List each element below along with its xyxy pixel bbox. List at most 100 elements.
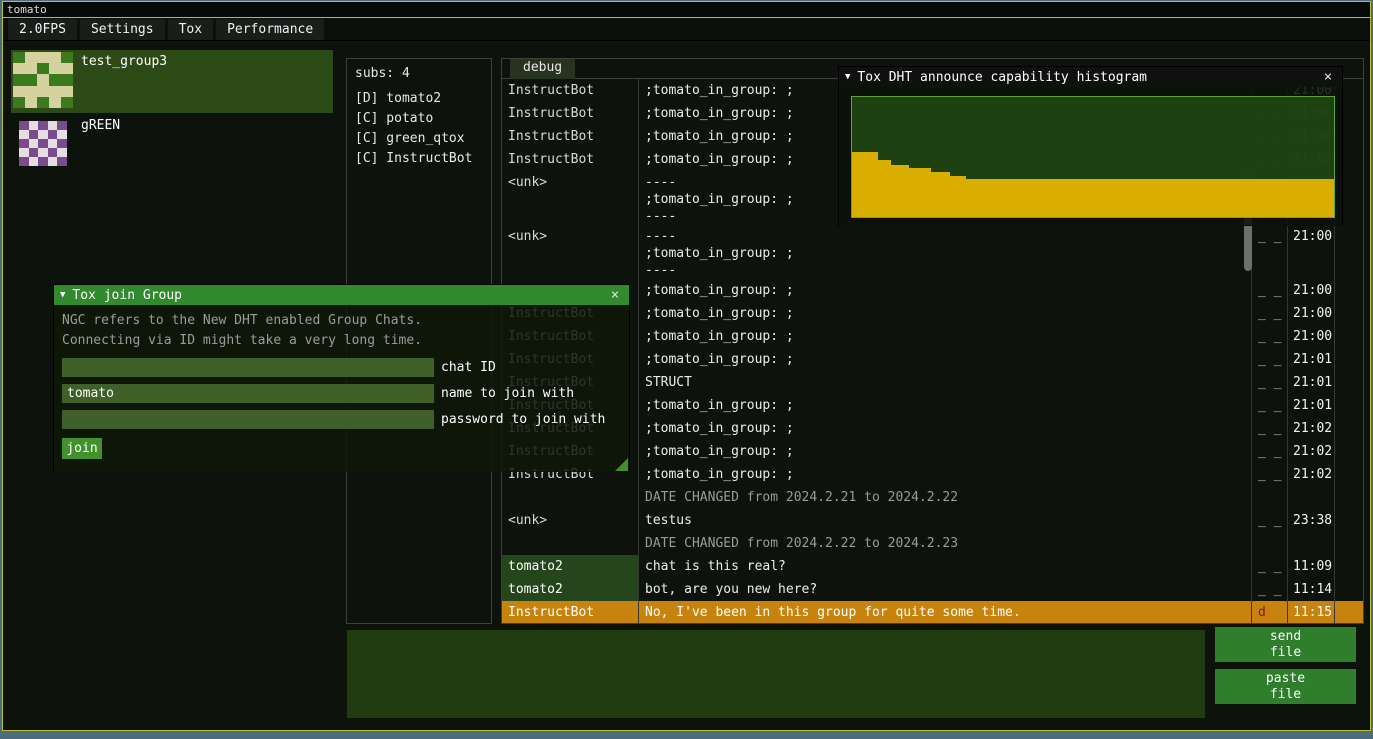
- message-status: [1252, 532, 1288, 555]
- message-status: _ _: [1252, 578, 1288, 601]
- avatar-cell: [48, 148, 58, 157]
- fps-indicator: 2.0FPS: [8, 19, 77, 40]
- avatar-cell: [49, 63, 61, 74]
- member-item[interactable]: [C] InstructBot: [355, 149, 483, 169]
- message-row[interactable]: InstructBot;tomato_in_group: ;_ _21:02: [502, 463, 1363, 486]
- message-time: 21:00: [1288, 279, 1335, 302]
- message-status: _ _: [1252, 225, 1288, 279]
- sender-name: InstructBot: [502, 102, 639, 125]
- avatar-cell: [29, 139, 39, 148]
- group-name: gREEN: [81, 114, 120, 177]
- avatar-cell: [29, 157, 39, 166]
- avatar-cell: [25, 63, 37, 74]
- window-titlebar[interactable]: tomato: [3, 2, 1370, 18]
- menu-item-performance[interactable]: Performance: [216, 19, 324, 40]
- send-file-button[interactable]: send file: [1215, 627, 1356, 662]
- message-row[interactable]: InstructBot;tomato_in_group: ;_ _21:02: [502, 440, 1363, 463]
- date-separator-row[interactable]: DATE CHANGED from 2024.2.22 to 2024.2.23: [502, 532, 1363, 555]
- menu-item-settings[interactable]: Settings: [80, 19, 165, 40]
- avatar-cell: [38, 148, 48, 157]
- avatar-cell: [19, 157, 29, 166]
- date-separator-row[interactable]: DATE CHANGED from 2024.2.21 to 2024.2.22: [502, 486, 1363, 509]
- message-row[interactable]: <unk>---- ;tomato_in_group: ; ----_ _21:…: [502, 225, 1363, 279]
- sidebar-item-green[interactable]: gREEN: [11, 114, 333, 177]
- member-list: [D] tomato2[C] potato[C] green_qtox[C] I…: [355, 89, 483, 169]
- histogram-plot: [851, 96, 1335, 218]
- sender-name: InstructBot: [502, 148, 639, 171]
- avatar-cell: [25, 86, 37, 97]
- avatar-cell: [19, 148, 29, 157]
- join-button[interactable]: join: [62, 438, 102, 459]
- member-item[interactable]: [C] green_qtox: [355, 129, 483, 149]
- message-row[interactable]: InstructBotNo, I've been in this group f…: [502, 601, 1363, 624]
- chat-message-input[interactable]: [346, 629, 1206, 719]
- histogram-window-body: [839, 87, 1342, 226]
- message-text: ;tomato_in_group: ;: [639, 417, 1252, 440]
- avatar-cell: [37, 63, 49, 74]
- message-text: ;tomato_in_group: ;: [639, 394, 1252, 417]
- avatar-cell: [38, 121, 48, 130]
- menu-bar: 2.0FPSSettingsToxPerformance: [3, 18, 1370, 41]
- message-row[interactable]: <unk>testus_ _23:38: [502, 509, 1363, 532]
- avatar-cell: [29, 148, 39, 157]
- avatar-cell: [61, 63, 73, 74]
- member-item[interactable]: [C] potato: [355, 109, 483, 129]
- histogram-bar: [878, 160, 891, 217]
- message-row[interactable]: InstructBot;tomato_in_group: ;_ _21:01: [502, 348, 1363, 371]
- join-group-window: ▼ Tox join Group × NGC refers to the New…: [53, 284, 630, 472]
- sender-name: tomato2: [502, 578, 639, 601]
- join-info-line: NGC refers to the New DHT enabled Group …: [62, 311, 621, 331]
- message-status: _ _: [1252, 509, 1288, 532]
- avatar-cell: [38, 157, 48, 166]
- collapse-arrow-icon[interactable]: ▼: [845, 72, 850, 82]
- menu-item-tox[interactable]: Tox: [168, 19, 213, 40]
- paste-file-button[interactable]: paste file: [1215, 669, 1356, 704]
- message-row[interactable]: InstructBot;tomato_in_group: ;_ _21:00: [502, 302, 1363, 325]
- sidebar-item-test_group3[interactable]: test_group3: [11, 50, 333, 113]
- message-status: [1252, 486, 1288, 509]
- name-to-join-with-input[interactable]: [62, 384, 434, 403]
- message-status: _ _: [1252, 555, 1288, 578]
- message-status: _ _: [1252, 394, 1288, 417]
- message-text: ;tomato_in_group: ;: [639, 279, 1252, 302]
- message-text: ;tomato_in_group: ;: [639, 440, 1252, 463]
- avatar-cell: [19, 130, 29, 139]
- password-to-join-with-input[interactable]: [62, 410, 434, 429]
- close-icon[interactable]: ×: [1320, 69, 1336, 85]
- group-name: test_group3: [81, 50, 167, 113]
- message-row[interactable]: InstructBotSTRUCT_ _21:01: [502, 371, 1363, 394]
- histogram-window-title: Tox DHT announce capability histogram: [857, 70, 1320, 85]
- message-time: 21:02: [1288, 417, 1335, 440]
- avatar-cell: [25, 74, 37, 85]
- histogram-window-titlebar[interactable]: ▼ Tox DHT announce capability histogram …: [839, 67, 1342, 87]
- tab-debug[interactable]: debug: [510, 59, 575, 79]
- message-time: 21:01: [1288, 371, 1335, 394]
- avatar-cell: [29, 121, 39, 130]
- avatar-cell: [29, 130, 39, 139]
- avatar-cell: [57, 148, 67, 157]
- chat-ID-input[interactable]: [62, 358, 434, 377]
- join-fields: chat IDname to join withpassword to join…: [62, 358, 621, 429]
- message-row[interactable]: InstructBot;tomato_in_group: ;_ _21:00: [502, 279, 1363, 302]
- message-row[interactable]: InstructBot;tomato_in_group: ;_ _21:01: [502, 394, 1363, 417]
- join-window-titlebar[interactable]: ▼ Tox join Group ×: [54, 285, 629, 305]
- avatar-cell: [61, 86, 73, 97]
- message-status: _ _: [1252, 417, 1288, 440]
- member-item[interactable]: [D] tomato2: [355, 89, 483, 109]
- message-row[interactable]: tomato2chat is this real?_ _11:09: [502, 555, 1363, 578]
- histogram-bar: [852, 152, 878, 217]
- avatar-cell: [37, 86, 49, 97]
- group-avatar-test_group3: [13, 52, 73, 108]
- message-row[interactable]: InstructBot;tomato_in_group: ;_ _21:00: [502, 325, 1363, 348]
- close-icon[interactable]: ×: [607, 287, 623, 303]
- message-row[interactable]: tomato2bot, are you new here?_ _11:14: [502, 578, 1363, 601]
- collapse-arrow-icon[interactable]: ▼: [60, 290, 65, 300]
- resize-grip[interactable]: [615, 458, 628, 471]
- message-text: ---- ;tomato_in_group: ; ----: [639, 225, 1252, 279]
- message-status: _ _: [1252, 440, 1288, 463]
- histogram-bar: [891, 165, 909, 217]
- avatar-cell: [61, 74, 73, 85]
- message-status: _ _: [1252, 463, 1288, 486]
- message-status: d: [1252, 601, 1288, 624]
- message-row[interactable]: InstructBot;tomato_in_group: ;_ _21:02: [502, 417, 1363, 440]
